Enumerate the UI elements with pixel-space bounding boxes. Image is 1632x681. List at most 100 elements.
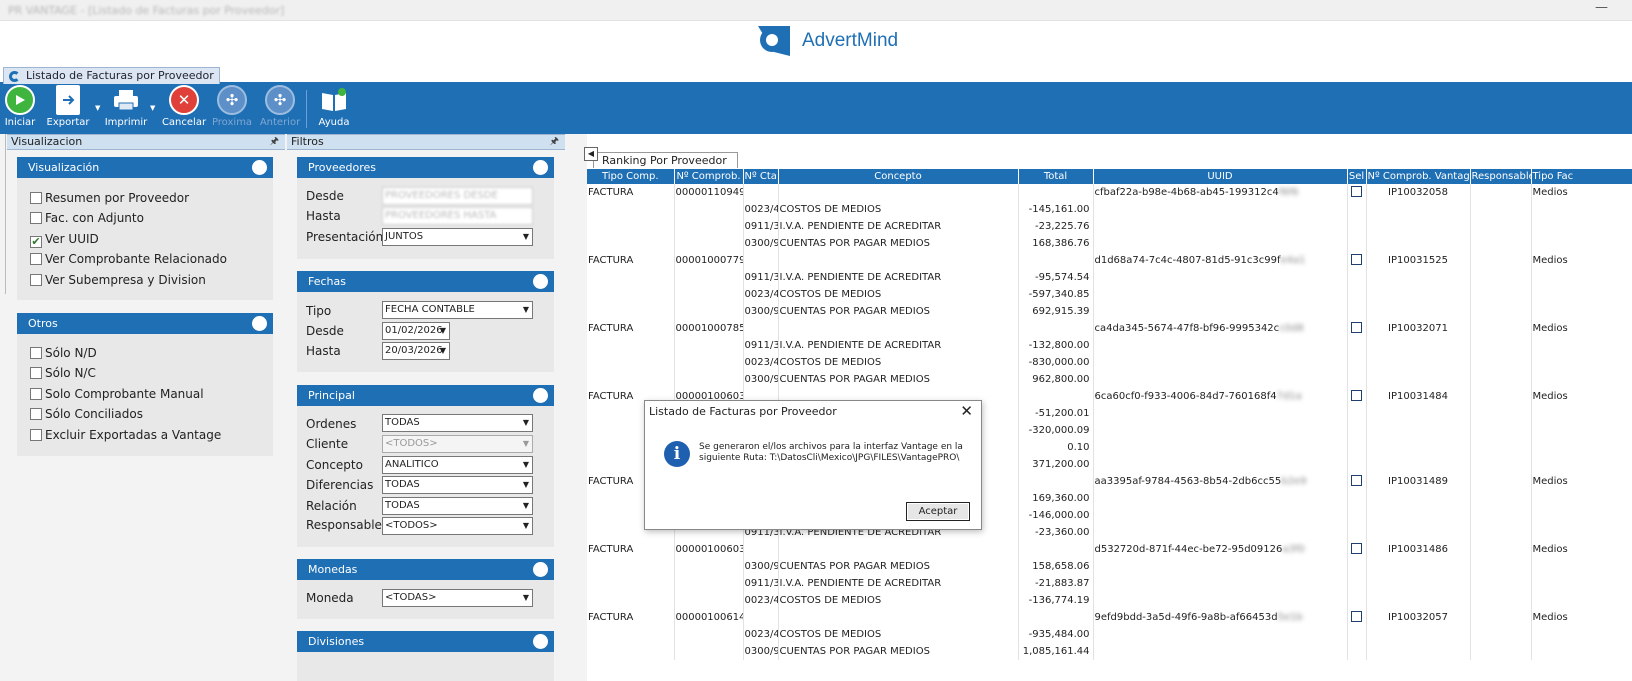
exportar-button[interactable]: Exportar bbox=[44, 85, 92, 128]
tab-listado-facturas[interactable]: Listado de Facturas por Proveedor bbox=[3, 67, 220, 84]
iniciar-button[interactable]: Iniciar bbox=[0, 85, 44, 128]
table-row[interactable]: FACTURA000001109498 cfbaf22a-b98e-4b68-ab… bbox=[587, 184, 1632, 201]
cta-cell: 0911/3 bbox=[743, 337, 779, 354]
column-header[interactable]: Nº Cta bbox=[743, 169, 779, 184]
checkbox-box[interactable] bbox=[30, 347, 42, 359]
vantage-cell: IP10032057 bbox=[1366, 609, 1471, 626]
select-checkbox[interactable] bbox=[1351, 474, 1362, 486]
checkbox-box[interactable] bbox=[30, 429, 42, 441]
column-header[interactable]: Sel bbox=[1347, 169, 1367, 184]
proveedor-hasta-field[interactable]: PROVEEDORES HASTA bbox=[382, 207, 533, 225]
select-checkbox[interactable] bbox=[1351, 389, 1362, 401]
responsable-select[interactable]: <TODOS> ▼ bbox=[382, 517, 533, 535]
column-header[interactable]: Nº Comprob. Vantage bbox=[1366, 169, 1471, 184]
sel-cell bbox=[1347, 354, 1367, 371]
ayuda-button[interactable]: Ayuda bbox=[310, 85, 358, 128]
cliente-select[interactable]: <TODOS> ▼ bbox=[382, 435, 533, 453]
solo-comprobante-manual-checkbox[interactable]: Solo Comprobante Manual bbox=[30, 387, 204, 401]
responsable-cell bbox=[1470, 473, 1532, 490]
tab-ranking-proveedor[interactable]: Ranking Por Proveedor bbox=[593, 152, 738, 168]
table-row[interactable]: 0300/9 CUENTAS POR PAGAR MEDIOS 1,085,161.… bbox=[587, 643, 1632, 660]
imprimir-dropdown-icon[interactable]: ▼ bbox=[150, 104, 155, 112]
aceptar-button[interactable]: Aceptar bbox=[906, 502, 970, 521]
solo-conciliados-checkbox[interactable]: Sólo Conciliados bbox=[30, 407, 143, 421]
cancelar-button[interactable]: ✕ Cancelar bbox=[160, 85, 208, 128]
table-row[interactable]: 0911/3 I.V.A. PENDIENTE DE ACREDITAR -23,2… bbox=[587, 218, 1632, 235]
ordenes-select[interactable]: TODAS ▼ bbox=[382, 414, 533, 432]
collapse-icon[interactable] bbox=[533, 274, 548, 289]
table-row[interactable]: 0911/3 I.V.A. PENDIENTE DE ACREDITAR -95,5… bbox=[587, 269, 1632, 286]
table-row[interactable]: 0023/4 COSTOS DE MEDIOS -136,774.19 bbox=[587, 592, 1632, 609]
fecha-desde-picker[interactable]: 01/02/2026 ▼ bbox=[382, 322, 450, 340]
table-row[interactable]: 0300/9 CUENTAS POR PAGAR MEDIOS 168,386.76 bbox=[587, 235, 1632, 252]
checkbox-box[interactable] bbox=[30, 274, 42, 286]
solo-nd-checkbox[interactable]: Sólo N/D bbox=[30, 346, 97, 360]
checkbox-box[interactable] bbox=[30, 367, 42, 379]
column-header[interactable]: Responsable bbox=[1470, 169, 1532, 184]
table-row[interactable]: 0911/3 I.V.A. PENDIENTE DE ACREDITAR -21,8… bbox=[587, 575, 1632, 592]
table-row[interactable]: FACTURA000010007854 ca4da345-5674-47f8-bf… bbox=[587, 320, 1632, 337]
exportar-dropdown-icon[interactable]: ▼ bbox=[95, 104, 100, 112]
column-header[interactable]: Concepto bbox=[778, 169, 1019, 184]
collapse-icon[interactable] bbox=[533, 562, 548, 577]
checkmark-icon[interactable]: ✔ bbox=[30, 236, 42, 248]
table-row[interactable]: 0911/3 I.V.A. PENDIENTE DE ACREDITAR -132,… bbox=[587, 337, 1632, 354]
imprimir-button[interactable]: Imprimir bbox=[102, 85, 150, 128]
checkbox-box[interactable] bbox=[30, 212, 42, 224]
proxima-button[interactable]: ✣ Proxima bbox=[208, 85, 256, 128]
fechas-card-header: Fechas bbox=[297, 271, 554, 292]
collapse-icon[interactable] bbox=[252, 316, 267, 331]
collapse-icon[interactable] bbox=[533, 634, 548, 649]
column-header[interactable]: Total bbox=[1018, 169, 1094, 184]
checkbox-box[interactable] bbox=[30, 388, 42, 400]
table-row[interactable]: FACTURA000010007793 d1d68a74-7c4c-4807-81… bbox=[587, 252, 1632, 269]
select-checkbox[interactable] bbox=[1351, 253, 1362, 265]
select-checkbox[interactable] bbox=[1351, 185, 1362, 197]
anterior-button[interactable]: ✣ Anterior bbox=[256, 85, 304, 128]
column-header[interactable]: UUID bbox=[1093, 169, 1348, 184]
close-icon[interactable]: ✕ bbox=[960, 402, 973, 420]
column-header[interactable]: Tipo Fac bbox=[1531, 169, 1632, 184]
table-row[interactable]: 0300/9 CUENTAS POR PAGAR MEDIOS 692,915.39 bbox=[587, 303, 1632, 320]
select-checkbox[interactable] bbox=[1351, 610, 1362, 622]
fecha-hasta-picker[interactable]: 20/03/2026 ▼ bbox=[382, 342, 450, 360]
table-row[interactable]: 0023/4 COSTOS DE MEDIOS -145,161.00 bbox=[587, 201, 1632, 218]
table-row[interactable]: 0300/9 CUENTAS POR PAGAR MEDIOS 158,658.06 bbox=[587, 558, 1632, 575]
checkbox-box[interactable] bbox=[30, 408, 42, 420]
scroll-left-icon[interactable]: ◀ bbox=[584, 147, 598, 161]
proveedor-desde-field[interactable]: PROVEEDORES DESDE bbox=[382, 187, 533, 205]
ver-uuid-checkbox[interactable]: ✔ Ver UUID bbox=[30, 232, 99, 248]
pin-icon[interactable]: 🖈 bbox=[270, 135, 279, 149]
checkbox-box[interactable] bbox=[30, 192, 42, 204]
tipo-fecha-select[interactable]: FECHA CONTABLE ▼ bbox=[382, 301, 533, 319]
table-row[interactable]: 0023/4 COSTOS DE MEDIOS -830,000.00 bbox=[587, 354, 1632, 371]
table-row[interactable]: 0023/4 COSTOS DE MEDIOS -935,484.00 bbox=[587, 626, 1632, 643]
resumen-proveedor-checkbox[interactable]: Resumen por Proveedor bbox=[30, 191, 189, 205]
ver-comprobante-relacionado-checkbox[interactable]: Ver Comprobante Relacionado bbox=[30, 252, 227, 266]
table-row[interactable]: 0023/4 COSTOS DE MEDIOS -597,340.85 bbox=[587, 286, 1632, 303]
collapse-icon[interactable] bbox=[533, 388, 548, 403]
table-row[interactable]: 0300/9 CUENTAS POR PAGAR MEDIOS 962,800.00 bbox=[587, 371, 1632, 388]
table-row[interactable]: FACTURA000001006146 9efd9bdd-3a5d-49f6-9a… bbox=[587, 609, 1632, 626]
table-row[interactable]: FACTURA000001006035 d532720d-871f-44ec-be… bbox=[587, 541, 1632, 558]
select-checkbox[interactable] bbox=[1351, 542, 1362, 554]
checkbox-box[interactable] bbox=[30, 253, 42, 265]
collapsed-side-strip[interactable] bbox=[0, 134, 6, 294]
minimize-button[interactable]: — bbox=[1595, 0, 1608, 15]
collapse-icon[interactable] bbox=[252, 160, 267, 175]
select-checkbox[interactable] bbox=[1351, 321, 1362, 333]
fac-adjunto-checkbox[interactable]: Fac. con Adjunto bbox=[30, 211, 144, 225]
pin-icon[interactable]: 🖈 bbox=[550, 135, 559, 149]
column-header[interactable]: Tipo Comp. bbox=[587, 169, 675, 184]
document-tabs: Listado de Facturas por Proveedor bbox=[0, 67, 1632, 84]
column-header[interactable]: Nº Comprob. bbox=[674, 169, 744, 184]
ver-subempresa-checkbox[interactable]: Ver Subempresa y Division bbox=[30, 273, 206, 287]
concepto-select[interactable]: ANALITICO ▼ bbox=[382, 456, 533, 474]
presentacion-select[interactable]: JUNTOS ▼ bbox=[382, 228, 533, 246]
relacion-select[interactable]: TODAS ▼ bbox=[382, 497, 533, 515]
collapse-icon[interactable] bbox=[533, 160, 548, 175]
moneda-select[interactable]: <TODAS> ▼ bbox=[382, 589, 533, 607]
excluir-exportadas-checkbox[interactable]: Excluir Exportadas a Vantage bbox=[30, 428, 221, 442]
diferencias-select[interactable]: TODAS ▼ bbox=[382, 476, 533, 494]
solo-nc-checkbox[interactable]: Sólo N/C bbox=[30, 366, 96, 380]
